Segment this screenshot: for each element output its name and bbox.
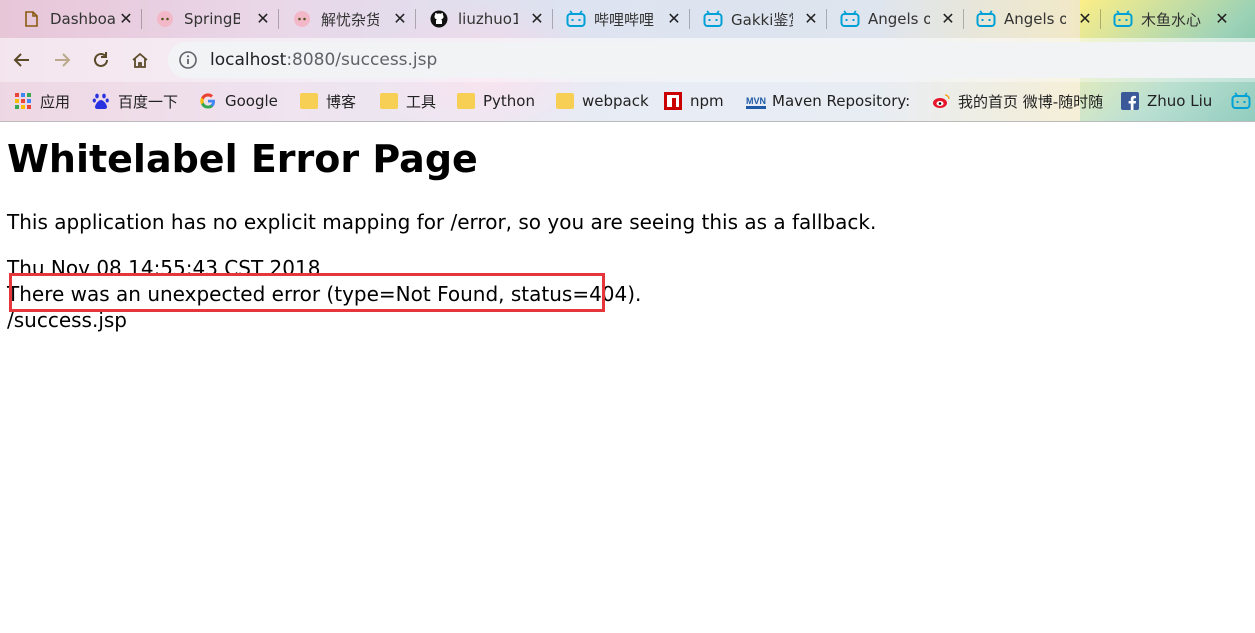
bilibili-icon xyxy=(1113,10,1133,28)
bookmark-label: 百度一下 xyxy=(118,92,179,111)
browser-tab[interactable]: SpringB ✕ xyxy=(142,0,279,38)
weibo-icon xyxy=(932,92,950,110)
browser-tab[interactable]: Dashboa ✕ xyxy=(10,0,142,38)
bookmark-label: Zhuo Liu xyxy=(1147,92,1213,110)
browser-tab[interactable]: 哔哩哔哩 ✕ xyxy=(553,0,690,38)
bookmark-label: 我的首页 微博-随时随 xyxy=(958,92,1104,111)
close-icon[interactable]: ✕ xyxy=(118,11,134,27)
bookmark-label: Google xyxy=(225,92,278,110)
browser-tab[interactable]: Angels o ✕ xyxy=(827,0,964,38)
home-icon xyxy=(132,52,148,68)
bookmark-npm[interactable]: npm xyxy=(664,91,724,111)
bookmark-label: webpack xyxy=(582,92,649,110)
error-description: This application has no explicit mapping… xyxy=(7,210,877,234)
bookmark-label: 工具 xyxy=(406,92,437,111)
folder-icon xyxy=(556,93,574,109)
bookmark-label: Maven Repository: xyxy=(772,92,910,110)
document-icon xyxy=(22,10,40,28)
google-icon xyxy=(199,92,217,110)
bookmark-folder[interactable]: 工具 xyxy=(380,91,436,111)
bookmark-apps[interactable]: 应用 xyxy=(14,91,70,111)
facebook-icon xyxy=(1121,92,1139,110)
home-button[interactable] xyxy=(126,46,154,74)
close-icon[interactable]: ✕ xyxy=(666,11,682,27)
folder-icon xyxy=(457,93,475,109)
mvn-icon: MVN xyxy=(746,92,766,110)
bookmark-label: 应用 xyxy=(40,92,71,111)
bilibili-icon xyxy=(1231,92,1251,110)
tab-title: 木鱼水心 xyxy=(1141,10,1202,29)
page-content: Whitelabel Error Page This application h… xyxy=(0,122,1255,633)
baidu-icon xyxy=(92,92,110,110)
folder-icon xyxy=(300,93,318,109)
arrow-left-icon xyxy=(13,53,29,67)
close-icon[interactable]: ✕ xyxy=(392,11,408,27)
close-icon[interactable]: ✕ xyxy=(803,11,819,27)
tab-title: SpringB xyxy=(184,10,240,28)
apps-grid-icon xyxy=(14,92,32,110)
forward-button[interactable] xyxy=(48,46,76,74)
tab-title: Angels o xyxy=(1004,10,1066,28)
tab-title: Angels o xyxy=(868,10,930,28)
reload-button[interactable] xyxy=(87,46,115,74)
anime-avatar-icon xyxy=(156,10,174,28)
close-icon[interactable]: ✕ xyxy=(940,11,956,27)
bookmark-maven[interactable]: MVN Maven Repository: xyxy=(746,91,910,111)
tab-title: Dashboa xyxy=(50,10,116,28)
bookmark-label: Python xyxy=(483,92,535,110)
info-icon[interactable] xyxy=(178,50,198,70)
bilibili-icon xyxy=(703,10,723,28)
bookmark-weibo[interactable]: 我的首页 微博-随时随 xyxy=(932,91,1108,111)
bookmark-facebook[interactable]: Zhuo Liu xyxy=(1121,91,1212,111)
toolbar: localhost:8080/success.jsp xyxy=(0,38,1255,82)
close-icon[interactable]: ✕ xyxy=(255,11,271,27)
tab-title: Gakki鉴赏 xyxy=(731,10,793,29)
browser-chrome: Dashboa ✕ SpringB ✕ 解忧杂货 ✕ liuzhuo1 ✕ 哔哩… xyxy=(0,0,1255,122)
bookmark-google[interactable]: Google xyxy=(199,91,278,111)
npm-icon xyxy=(664,92,682,110)
svg-text:MVN: MVN xyxy=(746,96,766,106)
reload-icon xyxy=(94,52,108,67)
bilibili-icon xyxy=(840,10,860,28)
tab-title: 解忧杂货 xyxy=(321,10,379,29)
tab-title: liuzhuo1 xyxy=(458,10,518,28)
close-icon[interactable]: ✕ xyxy=(1077,11,1093,27)
tab-title: 哔哩哔哩 xyxy=(594,10,655,29)
browser-tab[interactable]: 木鱼水心 ✕ xyxy=(1101,0,1238,38)
browser-tab[interactable]: 解忧杂货 ✕ xyxy=(279,0,416,38)
github-icon xyxy=(430,10,448,28)
bookmark-label: npm xyxy=(690,92,724,110)
close-icon[interactable]: ✕ xyxy=(1214,11,1230,27)
bilibili-icon xyxy=(976,10,996,28)
bookmark-baidu[interactable]: 百度一下 xyxy=(92,91,178,111)
arrow-right-icon xyxy=(55,53,71,67)
page-title: Whitelabel Error Page xyxy=(7,137,478,181)
bookmark-folder[interactable]: 博客 xyxy=(300,91,356,111)
bookmark-folder[interactable]: webpack xyxy=(556,91,649,111)
bookmark-label: 博客 xyxy=(326,92,357,111)
bookmark-more[interactable] xyxy=(1231,91,1255,111)
back-button[interactable] xyxy=(8,46,36,74)
browser-tab[interactable]: Gakki鉴赏 ✕ xyxy=(690,0,827,38)
browser-tab[interactable]: Angels o ✕ xyxy=(964,0,1101,38)
anime-avatar-icon xyxy=(293,10,311,28)
url-host: localhost xyxy=(210,50,287,70)
tab-strip: Dashboa ✕ SpringB ✕ 解忧杂货 ✕ liuzhuo1 ✕ 哔哩… xyxy=(0,0,1255,38)
url-text[interactable]: localhost:8080/success.jsp xyxy=(210,50,437,70)
highlight-box xyxy=(9,273,605,312)
url-path: :8080/success.jsp xyxy=(286,50,438,70)
bilibili-icon xyxy=(566,10,586,28)
address-bar[interactable]: localhost:8080/success.jsp xyxy=(168,42,1255,78)
close-icon[interactable]: ✕ xyxy=(529,11,545,27)
folder-icon xyxy=(380,93,398,109)
browser-tab[interactable]: liuzhuo1 ✕ xyxy=(416,0,553,38)
bookmark-folder[interactable]: Python xyxy=(457,91,535,111)
bookmarks-bar: 应用 百度一下 Google 博客 工具 Python webpack npm xyxy=(0,82,1255,122)
